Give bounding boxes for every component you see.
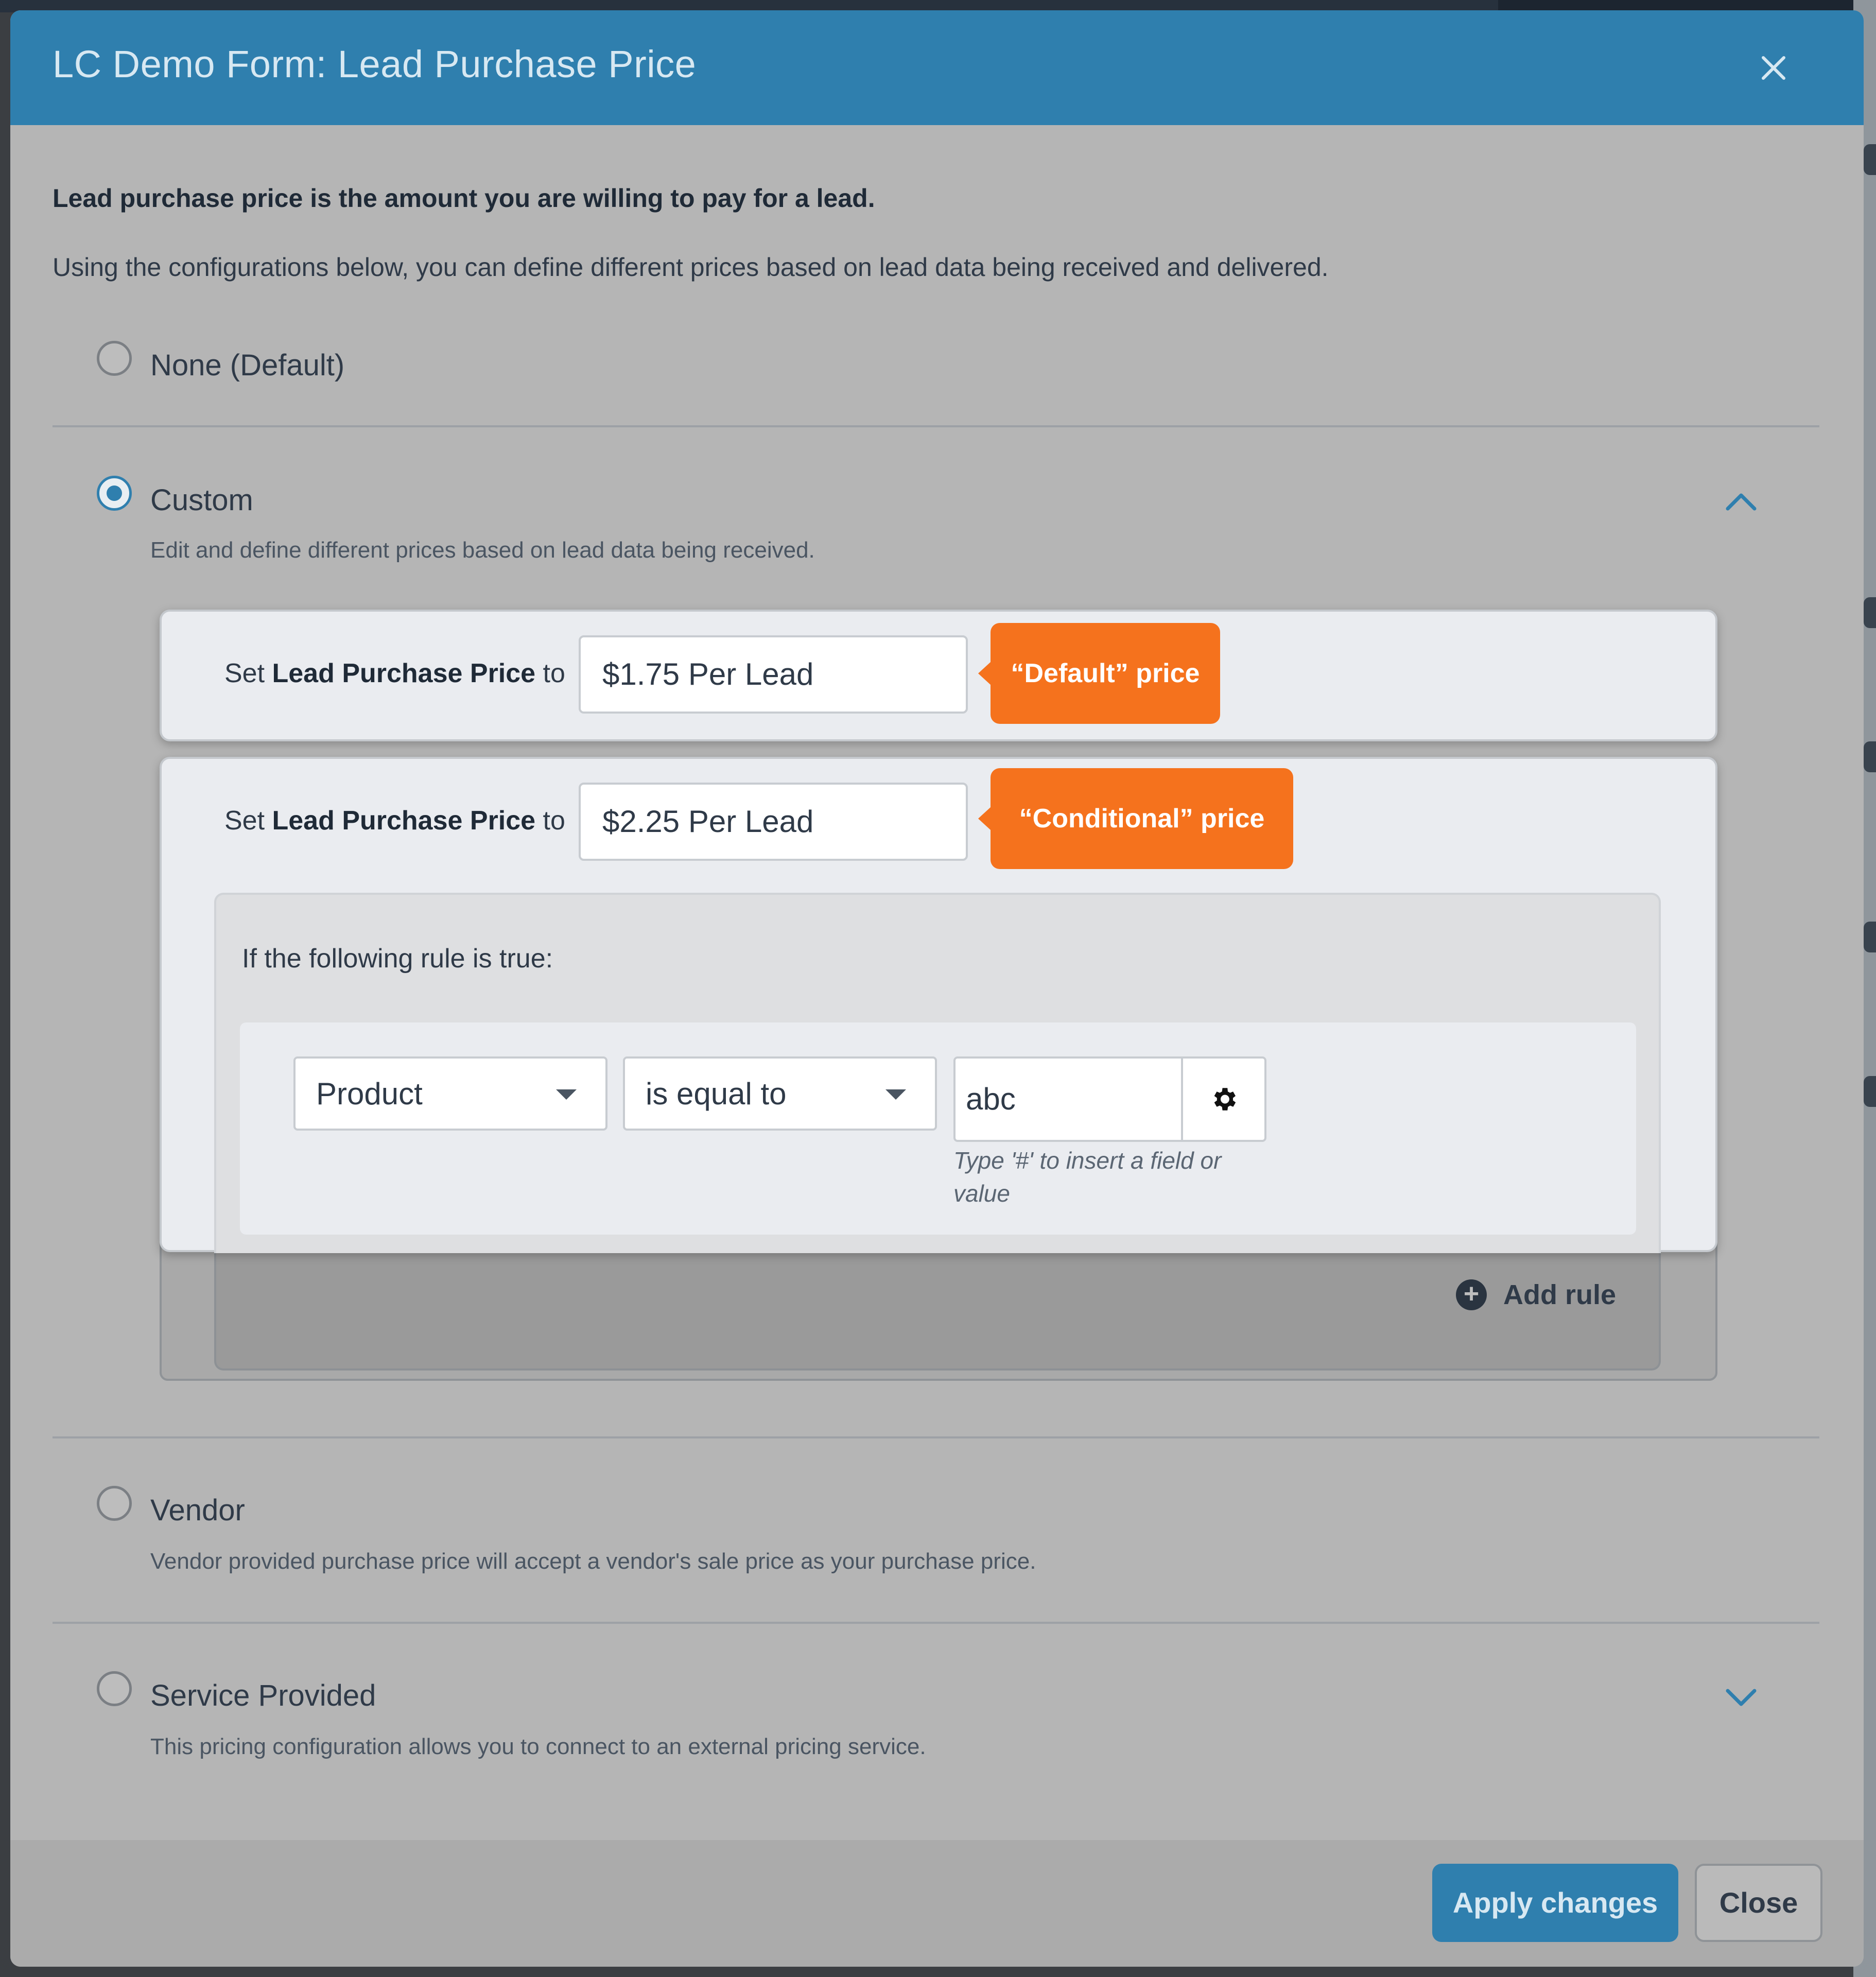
lead-purchase-price-modal: LC Demo Form: Lead Purchase Price Lead p… xyxy=(10,10,1864,1967)
set-field-name: Lead Purchase Price xyxy=(272,806,536,836)
set-field-name: Lead Purchase Price xyxy=(272,658,536,688)
radio-custom[interactable] xyxy=(97,476,132,511)
close-button[interactable]: Close xyxy=(1695,1864,1822,1942)
rule-container: If the following rule is true: Product i… xyxy=(214,893,1661,1253)
rule-footer-area xyxy=(214,1236,1661,1371)
set-prefix: Set xyxy=(224,806,272,836)
radio-none[interactable] xyxy=(97,341,132,376)
rule-field-select[interactable]: Product xyxy=(293,1056,607,1131)
background-tab xyxy=(1864,1076,1876,1107)
rule-settings-button[interactable] xyxy=(1181,1056,1266,1142)
conditional-price-panel: Set Lead Purchase Price to $2.25 Per Lea… xyxy=(160,757,1717,1253)
option-vendor-description: Vendor provided purchase price will acce… xyxy=(150,1549,1036,1574)
add-rule-label: Add rule xyxy=(1503,1279,1617,1310)
option-service-description: This pricing configuration allows you to… xyxy=(150,1734,926,1759)
modal-title: LC Demo Form: Lead Purchase Price xyxy=(53,43,697,85)
option-service-label: Service Provided xyxy=(150,1679,376,1712)
option-custom-label: Custom xyxy=(150,483,253,517)
background-tab xyxy=(1864,144,1876,175)
conditional-price-input[interactable]: $2.25 Per Lead xyxy=(579,783,968,861)
set-suffix: to xyxy=(535,658,565,688)
divider xyxy=(53,1436,1819,1438)
intro-bold-text: Lead purchase price is the amount you ar… xyxy=(53,184,875,213)
close-icon[interactable] xyxy=(1753,47,1794,89)
plus-circle-icon: + xyxy=(1456,1279,1487,1310)
chevron-down-icon[interactable] xyxy=(1721,1681,1762,1712)
background-tab xyxy=(1864,922,1876,952)
radio-service-provided[interactable] xyxy=(97,1671,132,1706)
set-prefix: Set xyxy=(224,658,272,688)
conditional-price-callout: “Conditional” price xyxy=(978,768,1293,869)
rule-operator-select[interactable]: is equal to xyxy=(623,1056,937,1131)
rule-value-hint: Type '#' to insert a field or value xyxy=(953,1147,1222,1207)
rule-operator-value: is equal to xyxy=(646,1077,787,1111)
conditional-price-label: Set Lead Purchase Price to xyxy=(224,805,565,836)
option-custom-description: Edit and define different prices based o… xyxy=(150,537,815,563)
caret-down-icon xyxy=(885,1089,906,1100)
add-rule-button[interactable]: + Add rule xyxy=(1456,1272,1616,1318)
radio-vendor[interactable] xyxy=(97,1486,132,1521)
modal-header: LC Demo Form: Lead Purchase Price xyxy=(10,10,1864,125)
intro-description: Using the configurations below, you can … xyxy=(53,253,1329,282)
option-vendor-label: Vendor xyxy=(150,1494,245,1527)
chevron-up-icon[interactable] xyxy=(1721,486,1762,517)
divider xyxy=(53,425,1819,427)
rule-value-input[interactable]: abc xyxy=(953,1056,1183,1142)
gear-icon xyxy=(1214,1088,1236,1111)
set-suffix: to xyxy=(535,806,565,836)
default-price-panel: Set Lead Purchase Price to $1.75 Per Lea… xyxy=(160,610,1717,741)
default-price-label: Set Lead Purchase Price to xyxy=(224,658,565,689)
background-tab xyxy=(1864,597,1876,628)
option-none-label: None (Default) xyxy=(150,349,345,382)
rule-heading: If the following rule is true: xyxy=(242,944,553,974)
apply-changes-button[interactable]: Apply changes xyxy=(1432,1864,1678,1942)
rule-field-value: Product xyxy=(316,1077,423,1111)
caret-down-icon xyxy=(556,1089,577,1100)
rule-row: Product is equal to abc Type '#' to inse… xyxy=(240,1022,1636,1235)
background-tab xyxy=(1864,741,1876,772)
default-price-input[interactable]: $1.75 Per Lead xyxy=(579,635,968,714)
divider xyxy=(53,1622,1819,1624)
default-price-callout: “Default” price xyxy=(978,623,1220,724)
